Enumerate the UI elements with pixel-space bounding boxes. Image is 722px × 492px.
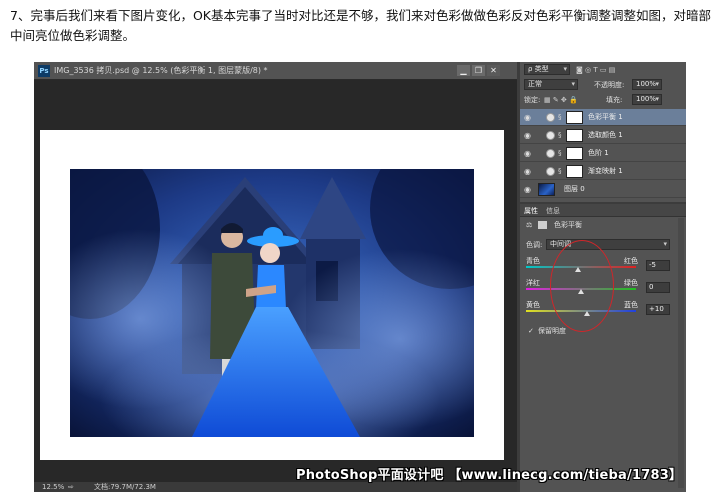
layer-mask-thumbnail[interactable]	[566, 111, 583, 124]
chain-link-icon[interactable]: §	[558, 149, 564, 158]
eye-icon[interactable]: ◉	[524, 149, 533, 158]
layer-mask-thumbnail[interactable]	[566, 165, 583, 178]
document-size: 文档:79.7M/72.3M	[94, 483, 156, 491]
document-title: IMG_3536 拷贝.psd @ 12.5% (色彩平衡 1, 图层蒙版/8)…	[54, 66, 268, 75]
slider-right-label: 蓝色	[624, 301, 638, 309]
layer-row-selective-color[interactable]: ◉ § 选取颜色 1	[520, 127, 686, 144]
tone-label: 色调:	[526, 241, 543, 249]
slider-value-input[interactable]: 0	[646, 282, 670, 293]
lock-icons[interactable]: ▦ ✎ ✥ 🔒	[544, 93, 578, 107]
annotation-red-circle	[550, 240, 614, 332]
eye-icon[interactable]: ◉	[524, 131, 533, 140]
document-window: Ps IMG_3536 拷贝.psd @ 12.5% (色彩平衡 1, 图层蒙版…	[34, 62, 517, 492]
photo-image	[70, 169, 474, 437]
minimize-button[interactable]: ▁	[457, 65, 470, 76]
layer-mask-thumbnail[interactable]	[566, 147, 583, 160]
preserve-luminosity-label: 保留明度	[538, 327, 566, 335]
adjustment-icon	[546, 167, 555, 176]
balance-scale-icon: ⚖	[526, 221, 533, 229]
layer-row-layer-0[interactable]: ◉ 图层 0	[520, 181, 686, 198]
slider-right-label: 红色	[624, 257, 638, 265]
zoom-level[interactable]: 12.5%	[42, 482, 64, 492]
restore-button[interactable]: ❐	[472, 65, 485, 76]
adjustment-title: 色彩平衡	[554, 221, 582, 229]
document-titlebar[interactable]: Ps IMG_3536 拷贝.psd @ 12.5% (色彩平衡 1, 图层蒙版…	[34, 62, 517, 80]
layer-row-gradient-map[interactable]: ◉ § 渐变映射 1	[520, 163, 686, 180]
slider-value-input[interactable]: +10	[646, 304, 670, 315]
tone-row: 色调: 中间调	[520, 238, 686, 252]
layers-filter-row: ρ 类型 ◙ ◎ T ▭ ▤	[520, 63, 686, 77]
layer-row-color-balance[interactable]: ◉ § 色彩平衡 1	[520, 109, 686, 126]
layers-lock-row: 锁定: ▦ ✎ ✥ 🔒 填充: 100%	[520, 93, 686, 107]
eye-icon[interactable]: ◉	[524, 167, 533, 176]
properties-panel: 属性 信息 ⚖ 色彩平衡 色调: 中间调 青色 红色 -5 洋红 绿色 0 黄色	[520, 204, 686, 492]
adjustment-icon	[546, 149, 555, 158]
wedding-photo[interactable]	[70, 169, 474, 437]
adjustment-header: ⚖ 色彩平衡	[520, 218, 686, 232]
properties-tabs: 属性 信息	[520, 204, 686, 217]
layer-name: 色彩平衡 1	[588, 113, 623, 121]
layer-mask-thumbnail[interactable]	[566, 129, 583, 142]
tab-properties[interactable]: 属性	[524, 206, 538, 216]
filter-icons[interactable]: ◙ ◎ T ▭ ▤	[576, 63, 615, 77]
properties-scrollbar[interactable]	[678, 218, 684, 488]
photoshop-logo-icon: Ps	[38, 65, 50, 77]
slider-right-label: 绿色	[624, 279, 638, 287]
preserve-luminosity-row[interactable]: ✓ 保留明度	[520, 324, 686, 338]
blend-mode-select[interactable]: 正常	[524, 79, 578, 90]
opacity-label: 不透明度:	[594, 81, 625, 89]
adjustment-icon	[546, 131, 555, 140]
lock-label: 锁定:	[524, 96, 541, 104]
eye-icon[interactable]: ◉	[524, 185, 533, 194]
chain-link-icon[interactable]: §	[558, 167, 564, 176]
checkbox-checked-icon[interactable]: ✓	[528, 324, 534, 338]
layer-row-levels[interactable]: ◉ § 色阶 1	[520, 145, 686, 162]
layer-kind-select[interactable]: ρ 类型	[524, 64, 570, 75]
slider-value-input[interactable]: -5	[646, 260, 670, 271]
status-arrow-icon[interactable]: ⇨	[68, 482, 74, 492]
slider-left-label: 洋红	[526, 279, 540, 287]
fill-label: 填充:	[606, 96, 623, 104]
layer-name: 选取颜色 1	[588, 131, 623, 139]
fill-input[interactable]: 100%	[632, 94, 662, 105]
chain-link-icon[interactable]: §	[558, 113, 564, 122]
instruction-text: 7、完事后我们来看下图片变化，OK基本完事了当时对比还是不够，我们来对色彩做做色…	[10, 8, 711, 43]
slider-left-label: 青色	[526, 257, 540, 265]
close-button[interactable]: ✕	[487, 65, 500, 76]
layer-thumbnail[interactable]	[538, 183, 555, 196]
layers-blend-row: 正常 不透明度: 100%	[520, 78, 686, 92]
layers-panel: ρ 类型 ◙ ◎ T ▭ ▤ 正常 不透明度: 100% 锁定: ▦ ✎ ✥ 🔒…	[520, 62, 686, 202]
tab-info[interactable]: 信息	[546, 206, 560, 216]
layer-name: 色阶 1	[588, 149, 609, 157]
eye-icon[interactable]: ◉	[524, 113, 533, 122]
chain-link-icon[interactable]: §	[558, 131, 564, 140]
adjustment-icon	[546, 113, 555, 122]
watermark-text: PhotoShop平面设计吧 【www.linecg.com/tieba/178…	[296, 468, 683, 483]
status-bar: 12.5% ⇨ 文档:79.7M/72.3M	[34, 482, 517, 492]
canvas-area[interactable]	[34, 81, 517, 482]
mask-icon[interactable]	[538, 221, 547, 229]
slider-left-label: 黄色	[526, 301, 540, 309]
opacity-input[interactable]: 100%	[632, 79, 662, 90]
layer-name: 图层 0	[564, 185, 585, 193]
layer-name: 渐变映射 1	[588, 167, 623, 175]
